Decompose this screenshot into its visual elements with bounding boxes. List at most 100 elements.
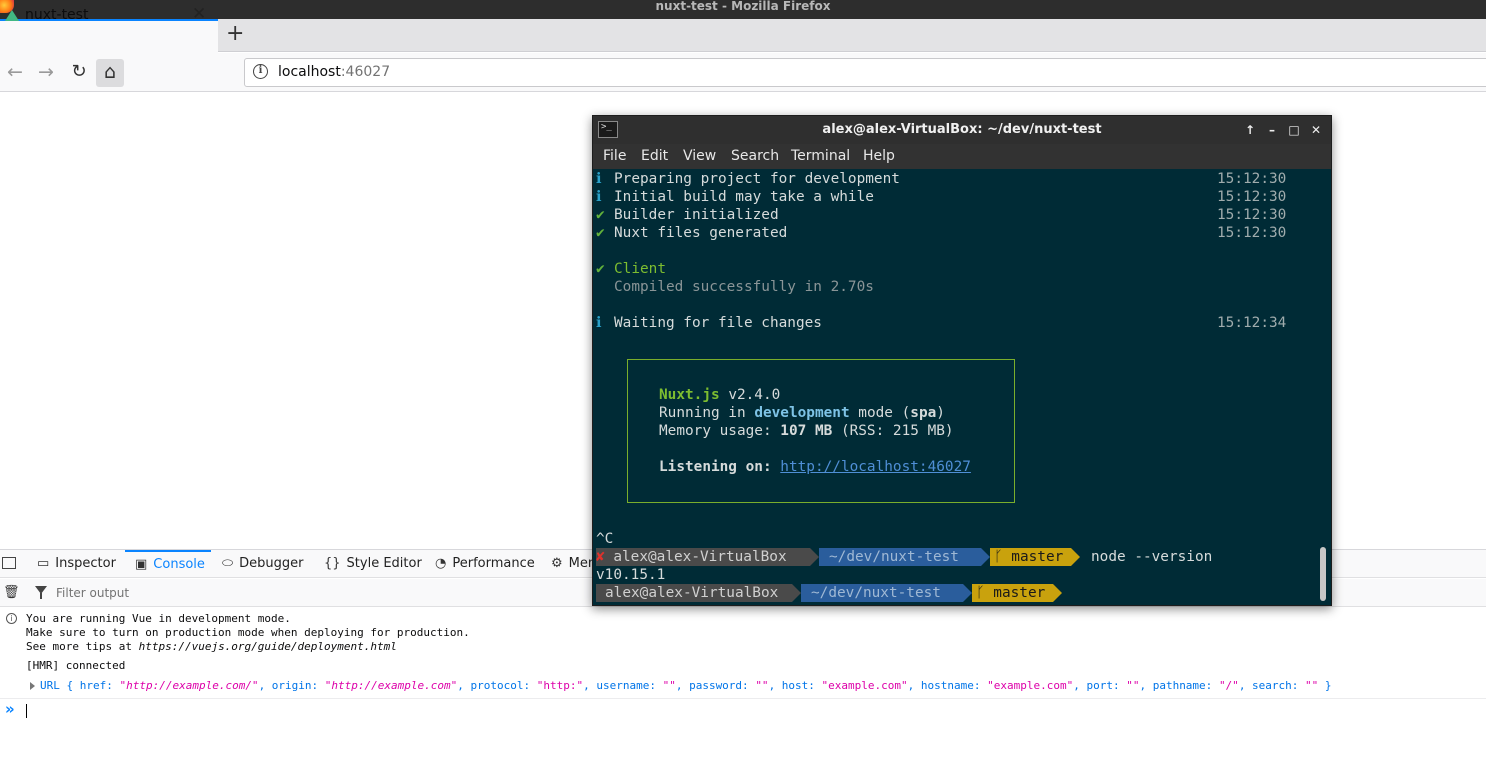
new-tab-button[interactable]: + xyxy=(226,23,244,45)
client-label: Client xyxy=(614,261,666,277)
console-url[interactable]: https://vuejs.org/guide/deployment.html xyxy=(139,640,397,653)
home-button[interactable]: ⌂ xyxy=(96,59,124,87)
site-info-icon[interactable]: i xyxy=(253,64,268,79)
interrupt-text: ^C xyxy=(596,531,614,547)
memory-prefix: Memory usage: xyxy=(659,423,781,439)
node-version-output: v10.15.1 xyxy=(596,567,666,583)
menu-help[interactable]: Help xyxy=(863,148,895,164)
url-port: :46027 xyxy=(340,64,391,80)
prompt-separator xyxy=(1071,548,1080,566)
close-button[interactable]: ✕ xyxy=(1306,120,1326,140)
error-icon: ✘ xyxy=(596,549,605,565)
tab-debugger[interactable]: ⬭ Debugger xyxy=(222,550,303,577)
prop-value: "" xyxy=(1305,679,1319,692)
minimize-button[interactable]: – xyxy=(1262,120,1282,140)
console-line: Make sure to turn on production mode whe… xyxy=(26,626,470,639)
nuxt-version: v2.4.0 xyxy=(719,387,781,403)
inspector-icon: ▭ xyxy=(37,556,50,571)
menu-terminal[interactable]: Terminal xyxy=(791,148,850,164)
prop-value: "example.com" xyxy=(987,679,1074,692)
listening-label: Listening on: xyxy=(659,459,781,475)
console-input-caret[interactable] xyxy=(26,704,27,718)
console-text: See more tips at xyxy=(26,640,139,653)
check-icon: ✔ xyxy=(596,225,605,241)
window-titlebar: nuxt-test - Mozilla Firefox xyxy=(0,0,1486,19)
expand-arrow-icon[interactable] xyxy=(30,682,35,690)
log-time: 15:12:30 xyxy=(1217,225,1287,241)
check-icon: ✔ xyxy=(596,207,605,223)
log-text: Initial build may take a while xyxy=(614,189,874,205)
prompt-dir: ~/dev/nuxt-test xyxy=(811,585,941,601)
prop-value: "" xyxy=(662,679,676,692)
prompt-dir: ~/dev/nuxt-test xyxy=(829,549,959,565)
prompt-dir-segment: ~/dev/nuxt-test xyxy=(801,584,963,602)
prompt-separator xyxy=(1053,584,1062,602)
log-time: 15:12:30 xyxy=(1217,207,1287,223)
menu-edit[interactable]: Edit xyxy=(641,148,668,164)
prompt-user: alex@alex-VirtualBox xyxy=(605,585,779,601)
filter-output-input[interactable] xyxy=(56,583,456,603)
info-icon: ℹ xyxy=(596,189,602,205)
menu-search[interactable]: Search xyxy=(731,148,779,164)
tab-label: Debugger xyxy=(239,556,304,571)
browser-tab[interactable] xyxy=(0,19,218,53)
info-icon: ℹ xyxy=(596,171,602,187)
terminal-titlebar[interactable]: alex@alex-VirtualBox: ~/dev/nuxt-test xyxy=(593,116,1331,144)
prop-value: "http://example.com" xyxy=(324,679,458,692)
element-picker-icon[interactable] xyxy=(2,557,16,569)
maximize-button[interactable]: □ xyxy=(1284,120,1304,140)
reload-button[interactable]: ↻ xyxy=(65,59,93,87)
tab-performance[interactable]: ◔ Performance xyxy=(435,550,535,577)
url-bar[interactable] xyxy=(244,58,1486,87)
memory-line: Memory usage: 107 MB (RSS: 215 MB) xyxy=(659,422,954,440)
tab-label: Console xyxy=(153,557,205,572)
prompt-separator xyxy=(981,548,990,566)
terminal-scrollbar[interactable] xyxy=(1320,547,1326,601)
back-button[interactable]: ← xyxy=(1,59,29,87)
debugger-icon: ⬭ xyxy=(222,556,234,571)
object-label: URL xyxy=(40,679,60,692)
rss-value: (RSS: 215 MB) xyxy=(832,423,954,439)
forward-button[interactable]: → xyxy=(32,59,60,87)
tab-label: Style Editor xyxy=(346,556,422,571)
prop-value: "http://example.com/" xyxy=(119,679,259,692)
url-text[interactable]: localhost:46027 xyxy=(278,64,390,80)
git-branch-icon: ᚴ xyxy=(994,549,1003,565)
tab-style-editor[interactable]: {} Style Editor xyxy=(324,550,422,577)
menu-view[interactable]: View xyxy=(683,148,716,164)
nuxt-name: Nuxt.js xyxy=(659,387,720,403)
tab-inspector[interactable]: ▭ Inspector xyxy=(37,550,116,577)
command-text: node --version xyxy=(1091,549,1213,565)
mode-prefix: Running in xyxy=(659,405,755,421)
nuxt-version-line: Nuxt.js v2.4.0 xyxy=(659,386,780,404)
prompt-user: alex@alex-VirtualBox xyxy=(613,549,787,565)
keep-above-button[interactable]: ↑ xyxy=(1240,120,1260,140)
terminal-app-icon: >_ xyxy=(598,121,618,138)
tab-strip xyxy=(0,19,1486,52)
window-title: nuxt-test - Mozilla Firefox xyxy=(655,0,831,13)
tab-close-button[interactable]: ✕ xyxy=(192,4,206,24)
prop-value: "http:" xyxy=(536,679,584,692)
info-icon: ℹ xyxy=(596,315,602,331)
terminal-title: alex@alex-VirtualBox: ~/dev/nuxt-test xyxy=(822,122,1102,137)
compiled-text: Compiled successfully in 2.70s xyxy=(614,279,874,295)
url-object-line[interactable]: URL { href: "http://example.com/", origi… xyxy=(40,679,1332,693)
mode-end: ) xyxy=(936,405,945,421)
trash-icon[interactable]: 🗑 xyxy=(3,585,20,600)
menu-file[interactable]: File xyxy=(603,148,626,164)
console-output: You are running Vue in development mode.… xyxy=(0,608,1486,698)
log-time: 15:12:34 xyxy=(1217,315,1287,331)
check-icon: ✔ xyxy=(596,261,605,277)
prop-value: "" xyxy=(755,679,769,692)
tab-title: nuxt-test xyxy=(25,7,89,23)
divider xyxy=(0,698,1486,699)
tab-console[interactable]: ▣ Console xyxy=(125,550,211,577)
prompt-user-segment: ✘ alex@alex-VirtualBox xyxy=(596,548,810,566)
spa-value: spa xyxy=(910,405,937,421)
prompt-git-segment: ᚴ master xyxy=(990,548,1071,566)
tab-label: Inspector xyxy=(55,556,116,571)
performance-icon: ◔ xyxy=(435,556,447,571)
prompt-separator xyxy=(792,584,801,602)
git-branch: master xyxy=(1002,549,1064,565)
listening-link[interactable]: http://localhost:46027 xyxy=(780,459,971,475)
